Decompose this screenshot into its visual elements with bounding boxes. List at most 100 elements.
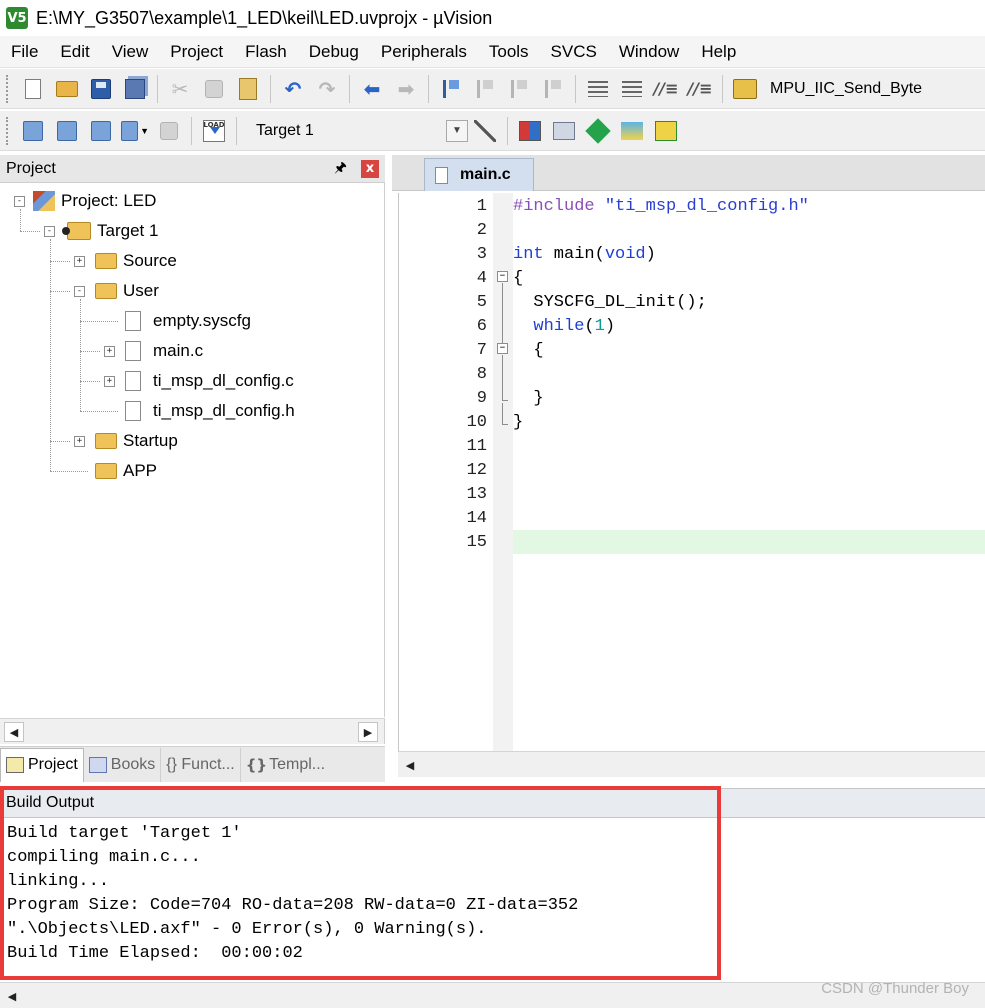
uncomment-button[interactable]: //≡ bbox=[686, 75, 714, 103]
tab-functions[interactable]: {} Funct... bbox=[161, 747, 241, 782]
manage-rte-button[interactable] bbox=[618, 117, 646, 145]
scroll-right-icon[interactable]: ▶ bbox=[358, 722, 378, 742]
tree-connector bbox=[80, 321, 118, 322]
tab-templates[interactable]: {} Templ... bbox=[241, 748, 330, 782]
paste-button[interactable] bbox=[234, 75, 262, 103]
undo-button[interactable]: ↶ bbox=[279, 75, 307, 103]
tree-item-file[interactable]: empty.syscfg bbox=[125, 308, 251, 334]
tree-item-file[interactable]: + ti_msp_dl_config.c bbox=[104, 368, 294, 394]
fold-collapse-icon[interactable]: − bbox=[497, 271, 508, 282]
component-button[interactable] bbox=[652, 117, 680, 145]
pack-installer-button[interactable] bbox=[584, 117, 612, 145]
tab-label: main.c bbox=[460, 166, 511, 183]
target-select[interactable]: Target 1 ▼ bbox=[248, 117, 468, 145]
tree-item-target[interactable]: - Target 1 bbox=[44, 218, 158, 244]
tab-main-c[interactable]: main.c bbox=[424, 158, 534, 191]
batch-build-button[interactable]: ▼ bbox=[121, 117, 149, 145]
window-title: E:\MY_G3507\example\1_LED\keil\LED.uvpro… bbox=[36, 7, 493, 28]
menu-svcs[interactable]: SVCS bbox=[540, 37, 608, 67]
find-in-files-button[interactable] bbox=[731, 75, 759, 103]
dropdown-arrow-icon[interactable]: ▼ bbox=[140, 126, 149, 136]
tree-item-file[interactable]: + main.c bbox=[104, 338, 203, 364]
copy-button[interactable] bbox=[200, 75, 228, 103]
menu-debug[interactable]: Debug bbox=[298, 37, 370, 67]
line-number: 9 bbox=[476, 389, 487, 408]
collapse-toggle[interactable]: - bbox=[74, 285, 85, 297]
project-tree-scrollbar[interactable]: ◀ ▶ bbox=[0, 718, 385, 744]
folder-icon bbox=[95, 463, 117, 479]
find-combo[interactable]: MPU_IIC_Send_Byte bbox=[770, 80, 922, 98]
build-button[interactable] bbox=[53, 117, 81, 145]
collapse-toggle[interactable]: - bbox=[44, 225, 55, 237]
menu-peripherals[interactable]: Peripherals bbox=[370, 37, 478, 67]
new-file-button[interactable] bbox=[19, 75, 47, 103]
menu-flash[interactable]: Flash bbox=[234, 37, 298, 67]
tree-item-startup[interactable]: + Startup bbox=[74, 428, 178, 454]
pin-icon[interactable]: 🖈 bbox=[334, 157, 347, 181]
toolbar-separator bbox=[191, 116, 192, 145]
menu-view[interactable]: View bbox=[101, 37, 160, 67]
collapse-toggle[interactable]: - bbox=[14, 195, 25, 207]
select-window-button[interactable] bbox=[550, 117, 578, 145]
magic-wand-icon bbox=[474, 119, 496, 142]
unindent-button[interactable] bbox=[618, 75, 646, 103]
expand-toggle[interactable]: + bbox=[104, 345, 115, 357]
code-area[interactable]: #include "ti_msp_dl_config.h" int main(v… bbox=[513, 193, 985, 751]
tree-connector bbox=[50, 291, 70, 292]
next-bookmark-button[interactable] bbox=[505, 75, 533, 103]
fold-collapse-icon[interactable]: − bbox=[497, 343, 508, 354]
menu-tools[interactable]: Tools bbox=[478, 37, 540, 67]
tree-item-source[interactable]: + Source bbox=[74, 248, 177, 274]
code-line: while(1) bbox=[533, 317, 616, 336]
cut-button[interactable]: ✂ bbox=[166, 75, 194, 103]
tree-item-project[interactable]: - Project: LED bbox=[14, 188, 156, 214]
menu-file[interactable]: File bbox=[0, 37, 49, 67]
c-file-icon bbox=[125, 341, 141, 361]
open-file-button[interactable] bbox=[53, 75, 81, 103]
close-icon[interactable]: x bbox=[361, 159, 379, 178]
editor-scrollbar[interactable]: ◀ bbox=[398, 751, 985, 777]
scroll-left-icon[interactable]: ◀ bbox=[2, 986, 22, 1006]
scroll-left-icon[interactable]: ◀ bbox=[4, 722, 24, 742]
toolbar-grip[interactable] bbox=[6, 74, 10, 103]
insert-bookmark-button[interactable] bbox=[437, 75, 465, 103]
tab-label: Templ... bbox=[269, 755, 326, 773]
expand-toggle[interactable]: + bbox=[74, 255, 85, 267]
comment-button[interactable]: //≡ bbox=[652, 75, 680, 103]
tree-item-file[interactable]: ti_msp_dl_config.h bbox=[125, 398, 295, 424]
save-all-button[interactable] bbox=[121, 75, 149, 103]
arrow-left-icon: ⬅ bbox=[363, 76, 381, 101]
line-number: 5 bbox=[476, 293, 487, 312]
expand-toggle[interactable]: + bbox=[74, 435, 85, 447]
tree-item-user[interactable]: - User bbox=[74, 278, 159, 304]
line-number: 1 bbox=[476, 197, 487, 216]
translate-button[interactable] bbox=[19, 117, 47, 145]
indent-button[interactable] bbox=[584, 75, 612, 103]
clear-bookmarks-button[interactable] bbox=[539, 75, 567, 103]
save-button[interactable] bbox=[87, 75, 115, 103]
download-button[interactable]: LOAD bbox=[200, 117, 228, 145]
navigate-back-button[interactable]: ⬅ bbox=[358, 75, 386, 103]
tree-item-app[interactable]: APP bbox=[95, 458, 157, 484]
scroll-left-icon[interactable]: ◀ bbox=[400, 755, 420, 775]
batch-build-icon bbox=[121, 120, 139, 141]
code-editor[interactable]: 1 2 3 4 5 6 7 8 9 10 11 12 13 14 15 − − #include "ti_m… bbox=[398, 193, 985, 751]
menu-help[interactable]: Help bbox=[690, 37, 747, 67]
tab-books[interactable]: Books bbox=[84, 747, 162, 782]
previous-bookmark-button[interactable] bbox=[471, 75, 499, 103]
options-for-target-button[interactable] bbox=[471, 117, 499, 145]
stop-build-button[interactable] bbox=[155, 117, 183, 145]
expand-toggle[interactable]: + bbox=[104, 375, 115, 387]
manage-project-items-button[interactable] bbox=[516, 117, 544, 145]
menu-edit[interactable]: Edit bbox=[49, 37, 100, 67]
toolbar-grip[interactable] bbox=[6, 116, 10, 145]
tab-project[interactable]: Project bbox=[0, 747, 84, 782]
redo-button[interactable]: ↷ bbox=[313, 75, 341, 103]
rebuild-button[interactable] bbox=[87, 117, 115, 145]
line-number: 4 bbox=[476, 269, 487, 288]
project-icon bbox=[33, 191, 55, 211]
chevron-down-icon[interactable]: ▼ bbox=[446, 119, 468, 142]
navigate-forward-button[interactable]: ➡ bbox=[392, 75, 420, 103]
menu-project[interactable]: Project bbox=[159, 37, 234, 67]
menu-window[interactable]: Window bbox=[608, 37, 690, 67]
